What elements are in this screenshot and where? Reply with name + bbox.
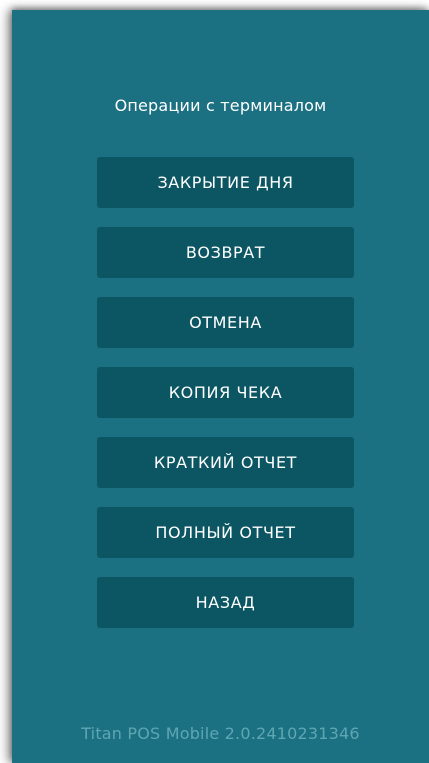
page-title: Операции с терминалом <box>114 96 327 115</box>
app-version-label: Titan POS Mobile 2.0.2410231346 <box>81 724 360 743</box>
full-report-button[interactable]: ПОЛНЫЙ ОТЧЕТ <box>97 507 354 558</box>
refund-button[interactable]: ВОЗВРАТ <box>97 227 354 278</box>
operations-menu: ЗАКРЫТИЕ ДНЯ ВОЗВРАТ ОТМЕНА КОПИЯ ЧЕКА К… <box>97 157 354 647</box>
back-button[interactable]: НАЗАД <box>97 577 354 628</box>
cancel-button[interactable]: ОТМЕНА <box>97 297 354 348</box>
terminal-operations-screen: Операции с терминалом ЗАКРЫТИЕ ДНЯ ВОЗВР… <box>12 10 429 763</box>
close-day-button[interactable]: ЗАКРЫТИЕ ДНЯ <box>97 157 354 208</box>
receipt-copy-button[interactable]: КОПИЯ ЧЕКА <box>97 367 354 418</box>
short-report-button[interactable]: КРАТКИЙ ОТЧЕТ <box>97 437 354 488</box>
